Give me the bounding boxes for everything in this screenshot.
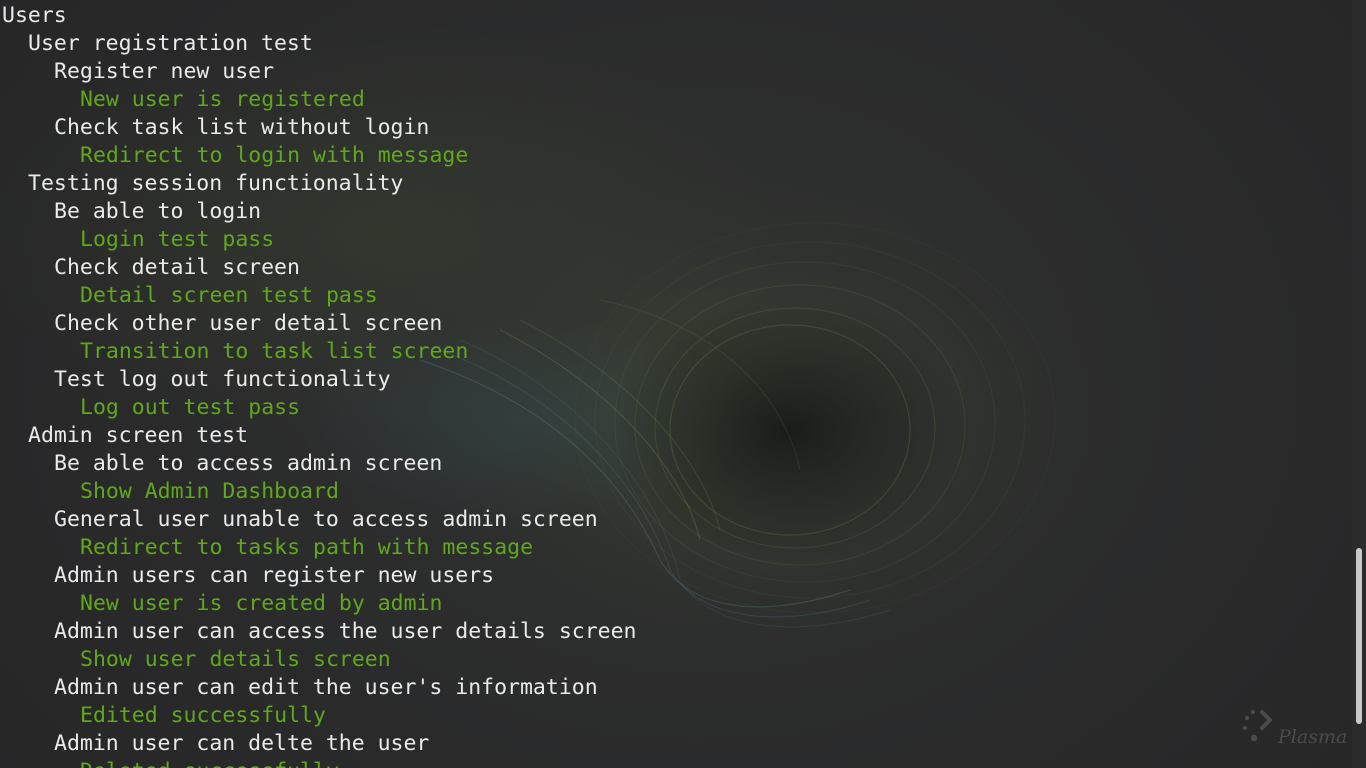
- test-name-line: Register new user: [54, 59, 275, 84]
- suite-heading-line: Users: [2, 3, 67, 28]
- test-name-line: Admin user can delte the user: [54, 731, 430, 756]
- test-result-line: Detail screen test pass: [80, 283, 378, 308]
- test-result-line: Show user details screen: [80, 647, 391, 672]
- test-result-line: Login test pass: [80, 227, 275, 252]
- test-result-line: Deleted successfully: [2, 758, 636, 768]
- test-result-line: Transition to task list screen: [80, 339, 469, 364]
- scrollbar[interactable]: [1352, 0, 1366, 768]
- test-name-line: Check other user detail screen: [54, 311, 443, 336]
- test-result-line: Show Admin Dashboard: [80, 479, 339, 504]
- test-result-line: Redirect to tasks path with message: [80, 535, 534, 560]
- test-name-line: Admin users can register new users: [54, 563, 495, 588]
- plasma-logo: Plasma: [1240, 708, 1350, 752]
- plasma-logo-text: Plasma: [1278, 726, 1348, 748]
- suite-heading-line: Admin screen test: [28, 423, 249, 448]
- suite-heading-line: User registration test: [28, 31, 313, 56]
- test-name-line: Be able to access admin screen: [54, 451, 443, 476]
- test-result-line: Log out test pass: [80, 395, 301, 420]
- plasma-icon: [1242, 709, 1272, 742]
- test-result-line: New user is created by admin: [80, 591, 443, 616]
- terminal-output: Users User registration test Register new …: [2, 2, 636, 768]
- test-name-line: Test log out functionality: [54, 367, 391, 392]
- test-name-line: Be able to login: [54, 199, 262, 224]
- test-result-line: Edited successfully: [80, 703, 326, 728]
- terminal-window[interactable]: Users User registration test Register new …: [0, 0, 1366, 768]
- test-result-line: New user is registered: [80, 87, 365, 112]
- test-name-line: Check detail screen: [54, 255, 300, 280]
- test-name-line: Check task list without login: [54, 115, 430, 140]
- suite-heading-line: Testing session functionality: [28, 171, 404, 196]
- test-name-line: Admin user can edit the user's informati…: [54, 675, 598, 700]
- scrollbar-thumb[interactable]: [1356, 548, 1362, 724]
- test-name-line: Admin user can access the user details s…: [54, 619, 637, 644]
- test-result-line: Redirect to login with message: [80, 143, 469, 168]
- test-name-line: General user unable to access admin scre…: [54, 507, 598, 532]
